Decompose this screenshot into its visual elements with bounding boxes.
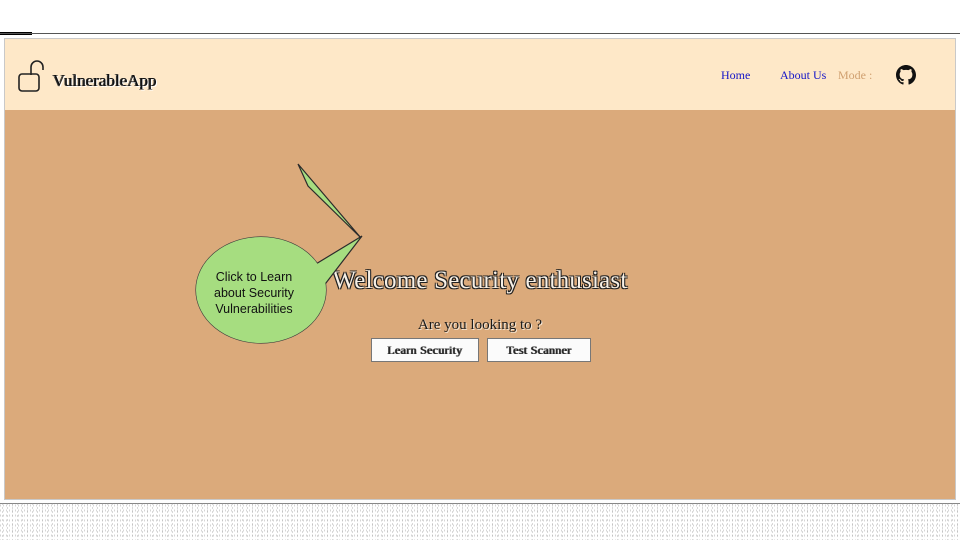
hero-question: Are you looking to ?: [417, 317, 543, 333]
unlocked-padlock-icon: [18, 60, 44, 92]
page-title: Welcome Security enthusiast: [332, 267, 628, 294]
brand-link[interactable]: VulnerableApp: [17, 57, 157, 93]
callout-line-3: Vulnerabilities: [215, 302, 293, 316]
brand-name: VulnerableApp: [53, 71, 157, 90]
navbar: VulnerableApp Home About Us Mode :: [5, 39, 955, 110]
callout-line-1: Click to Learn: [215, 270, 293, 284]
learn-security-button[interactable]: Learn Security: [371, 338, 479, 362]
nav-home-link[interactable]: Home: [721, 68, 750, 83]
browser-viewport: VulnerableApp Home About Us Mode : Welco…: [4, 38, 956, 500]
test-scanner-button[interactable]: Test Scanner: [487, 338, 591, 362]
callout-text: Click to Learn about Security Vulnerabil…: [198, 269, 310, 317]
nav-mode-toggle[interactable]: Mode :: [838, 68, 872, 83]
github-icon[interactable]: [896, 65, 916, 85]
footer-area: [0, 502, 960, 540]
hero-section: Welcome Security enthusiast Are you look…: [5, 110, 955, 499]
top-edge-line: [0, 33, 960, 34]
nav-about-us-link[interactable]: About Us: [780, 68, 826, 83]
callout-line-2: about Security: [214, 286, 294, 300]
